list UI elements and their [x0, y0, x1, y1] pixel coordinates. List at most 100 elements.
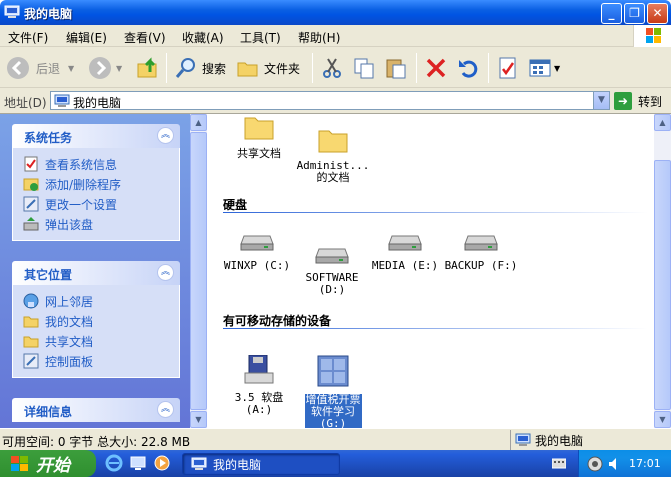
toolbar-separator — [312, 53, 313, 83]
computer-icon — [191, 457, 207, 470]
title-bar[interactable]: 我的电脑 _ ❐ ✕ — [0, 0, 671, 25]
link-view-system-info[interactable]: 查看系统信息 — [23, 154, 179, 174]
menu-file[interactable]: 文件(F) — [8, 29, 48, 46]
scroll-up-icon[interactable]: ▲ — [654, 114, 671, 131]
search-label: 搜索 — [202, 61, 227, 76]
taskbar-button-my-computer[interactable]: 我的电脑 — [182, 453, 340, 475]
panel-header[interactable]: 详细信息 ︽ — [12, 398, 180, 422]
removable-drive-icon — [317, 355, 349, 387]
delete-x-icon — [426, 58, 446, 78]
tray-app-icon[interactable] — [587, 456, 603, 472]
task-pane-scrollbar[interactable]: ▲ ▼ — [190, 114, 207, 428]
link-shared-documents[interactable]: 共享文档 — [23, 331, 179, 351]
volume-icon[interactable] — [607, 456, 623, 472]
menu-edit[interactable]: 编辑(E) — [66, 29, 107, 46]
drive-c[interactable]: WINXP (C:) — [217, 230, 297, 272]
floppy-drive-a[interactable]: 3.5 软盘 (A:) — [219, 342, 299, 429]
paste-icon — [386, 59, 406, 79]
hard-drive-icon — [240, 235, 274, 251]
status-location-label: 我的电脑 — [535, 433, 584, 448]
link-eject-disk[interactable]: 弹出该盘 — [23, 214, 179, 234]
network-places-icon — [23, 293, 39, 309]
drive-e[interactable]: MEDIA (E:) — [365, 230, 445, 272]
panel-title: 系统任务 — [24, 131, 73, 145]
address-input[interactable]: 我的电脑 ▼ — [50, 91, 610, 110]
panel-title: 详细信息 — [24, 405, 73, 419]
item-label: MEDIA (E:) — [371, 259, 439, 272]
collapse-chevron-icon[interactable]: ︽ — [157, 264, 174, 281]
views-button[interactable]: ▼ — [528, 53, 560, 83]
media-player-icon[interactable] — [153, 454, 171, 472]
drive-d[interactable]: SOFTWARE (D:) — [292, 230, 372, 309]
internet-explorer-icon[interactable] — [105, 454, 123, 472]
address-dropdown-button[interactable]: ▼ — [593, 92, 609, 109]
taskbar-button-label: 我的电脑 — [213, 457, 262, 472]
folder-shared-documents[interactable]: 共享文档 — [219, 114, 299, 160]
search-icon — [175, 58, 195, 78]
collapse-chevron-icon[interactable]: ︽ — [157, 401, 174, 418]
collapse-chevron-icon[interactable]: ︽ — [157, 127, 174, 144]
start-label: 开始 — [36, 456, 70, 476]
up-folder-button[interactable] — [136, 53, 160, 83]
scroll-down-icon[interactable]: ▼ — [190, 411, 207, 428]
scroll-thumb[interactable] — [190, 132, 207, 410]
task-pane: 系统任务 ︽ 查看系统信息 添加/删除程序 更改一个设置 弹出该盘 其它位置 ︽… — [0, 114, 190, 428]
forward-button[interactable]: ▼ — [88, 53, 122, 83]
link-change-setting[interactable]: 更改一个设置 — [23, 194, 179, 214]
menu-tools[interactable]: 工具(T) — [240, 29, 281, 46]
keyboard-icon[interactable] — [552, 456, 566, 470]
panel-header[interactable]: 其它位置 ︽ — [12, 261, 180, 285]
cut-button[interactable] — [320, 53, 344, 83]
content-scrollbar[interactable]: ▲ ▼ — [654, 114, 671, 428]
go-label: 转到 — [638, 94, 663, 109]
paste-button[interactable] — [384, 53, 408, 83]
floppy-drive-icon — [244, 354, 274, 384]
delete-button[interactable] — [424, 53, 448, 83]
scroll-up-icon[interactable]: ▲ — [190, 114, 207, 131]
link-add-remove-programs[interactable]: 添加/删除程序 — [23, 174, 179, 194]
link-label: 查看系统信息 — [45, 157, 118, 172]
restore-button[interactable]: ❐ — [624, 3, 645, 24]
folder-icon — [318, 130, 348, 153]
link-control-panel[interactable]: 控制面板 — [23, 351, 179, 371]
address-bar: 地址(D) 我的电脑 ▼ ➜ 转到 — [0, 88, 671, 114]
go-button[interactable]: ➜ 转到 — [614, 91, 670, 111]
link-label: 添加/删除程序 — [45, 177, 122, 192]
item-label: SOFTWARE (D:) — [305, 271, 359, 296]
menu-help[interactable]: 帮助(H) — [298, 29, 340, 46]
item-label: WINXP (C:) — [223, 259, 291, 272]
undo-button[interactable] — [456, 53, 480, 83]
link-network-places[interactable]: 网上邻居 — [23, 291, 179, 311]
folder-admin-documents[interactable]: Administ... 的文档 — [293, 114, 373, 197]
section-divider — [223, 212, 648, 213]
search-button[interactable]: 搜索 — [174, 53, 226, 83]
link-my-documents[interactable]: 我的文档 — [23, 311, 179, 331]
panel-details: 详细信息 ︽ — [12, 398, 180, 422]
my-computer-window: 我的电脑 _ ❐ ✕ 文件(F) 编辑(E) 查看(V) 收藏(A) 工具(T)… — [0, 0, 671, 477]
go-arrow-icon: ➜ — [614, 92, 632, 110]
minimize-button[interactable]: _ — [601, 3, 622, 24]
panel-header[interactable]: 系统任务 ︽ — [12, 124, 180, 148]
close-button[interactable]: ✕ — [647, 3, 668, 24]
back-button[interactable]: 后退 ▼ — [6, 53, 74, 83]
panel-other-places: 其它位置 ︽ 网上邻居 我的文档 共享文档 控制面板 — [12, 261, 180, 378]
add-remove-programs-icon — [23, 176, 39, 192]
start-button[interactable]: 开始 — [0, 450, 96, 477]
system-tray: 17:01 — [578, 450, 671, 477]
hard-drive-icon — [315, 248, 349, 264]
toolbar-separator — [416, 53, 417, 83]
control-panel-icon — [23, 353, 39, 369]
status-bar: 可用空间: 0 字节 总大小: 22.8 MB 我的电脑 — [0, 428, 671, 450]
section-divider — [223, 328, 648, 329]
computer-icon — [4, 5, 20, 18]
drive-f[interactable]: BACKUP (F:) — [441, 230, 521, 272]
show-desktop-icon[interactable] — [129, 454, 147, 472]
copy-button[interactable] — [352, 53, 376, 83]
menu-view[interactable]: 查看(V) — [124, 29, 166, 46]
folders-button[interactable]: 文件夹 — [236, 53, 300, 83]
scroll-down-icon[interactable]: ▼ — [654, 411, 671, 428]
scroll-thumb[interactable] — [654, 160, 671, 410]
properties-button[interactable] — [496, 53, 520, 83]
status-location: 我的电脑 — [510, 430, 671, 450]
menu-favorites[interactable]: 收藏(A) — [182, 29, 224, 46]
